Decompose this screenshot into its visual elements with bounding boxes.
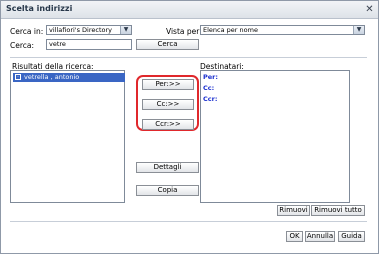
view-select[interactable]: Elenca per nome ▼ [200, 25, 365, 35]
results-list[interactable]: · vetrella , antonio [10, 70, 125, 203]
address-dialog: Scelta indirizzi ✕ Cerca in: villafiori'… [0, 0, 379, 254]
copy-button[interactable]: Copia [136, 185, 199, 196]
view-by-label: Vista per: [166, 27, 202, 36]
directory-select[interactable]: villafiori's Directory ▼ [46, 25, 132, 35]
recipient-cc-label: Cc: [203, 84, 215, 92]
cancel-button[interactable]: Annulla [305, 231, 335, 242]
details-button[interactable]: Dettagli [136, 162, 199, 173]
dialog-title: Scelta indirizzi [6, 4, 73, 13]
divider [10, 57, 367, 58]
list-item[interactable]: · vetrella , antonio [13, 73, 125, 82]
contact-icon: · [15, 74, 21, 80]
chevron-down-icon[interactable]: ▼ [120, 26, 131, 34]
search-input[interactable]: vetre [46, 39, 132, 50]
list-item-label: vetrella , antonio [24, 73, 80, 81]
remove-button[interactable]: Rimuovi [277, 205, 310, 216]
add-cc-button[interactable]: Cc:>> [142, 99, 194, 110]
add-to-button[interactable]: Per:>> [142, 79, 194, 90]
recipient-bcc-label: Ccr: [203, 95, 218, 103]
directory-select-value: villafiori's Directory [49, 26, 112, 34]
search-button[interactable]: Cerca [136, 39, 199, 50]
view-select-value: Elenca per nome [203, 26, 258, 34]
recipient-to-label: Per: [203, 73, 218, 81]
recipients-list[interactable]: Per: Cc: Ccr: [200, 70, 350, 203]
divider [10, 221, 367, 222]
title-bar: Scelta indirizzi ✕ [1, 1, 378, 19]
search-in-label: Cerca in: [10, 27, 44, 36]
chevron-down-icon[interactable]: ▼ [353, 26, 364, 34]
remove-all-button[interactable]: Rimuovi tutto [311, 205, 365, 216]
add-bcc-button[interactable]: Ccr:>> [142, 119, 194, 130]
ok-button[interactable]: OK [286, 231, 303, 242]
close-icon[interactable]: ✕ [364, 4, 375, 15]
help-button[interactable]: Guida [338, 231, 365, 242]
search-label: Cerca: [10, 41, 35, 50]
